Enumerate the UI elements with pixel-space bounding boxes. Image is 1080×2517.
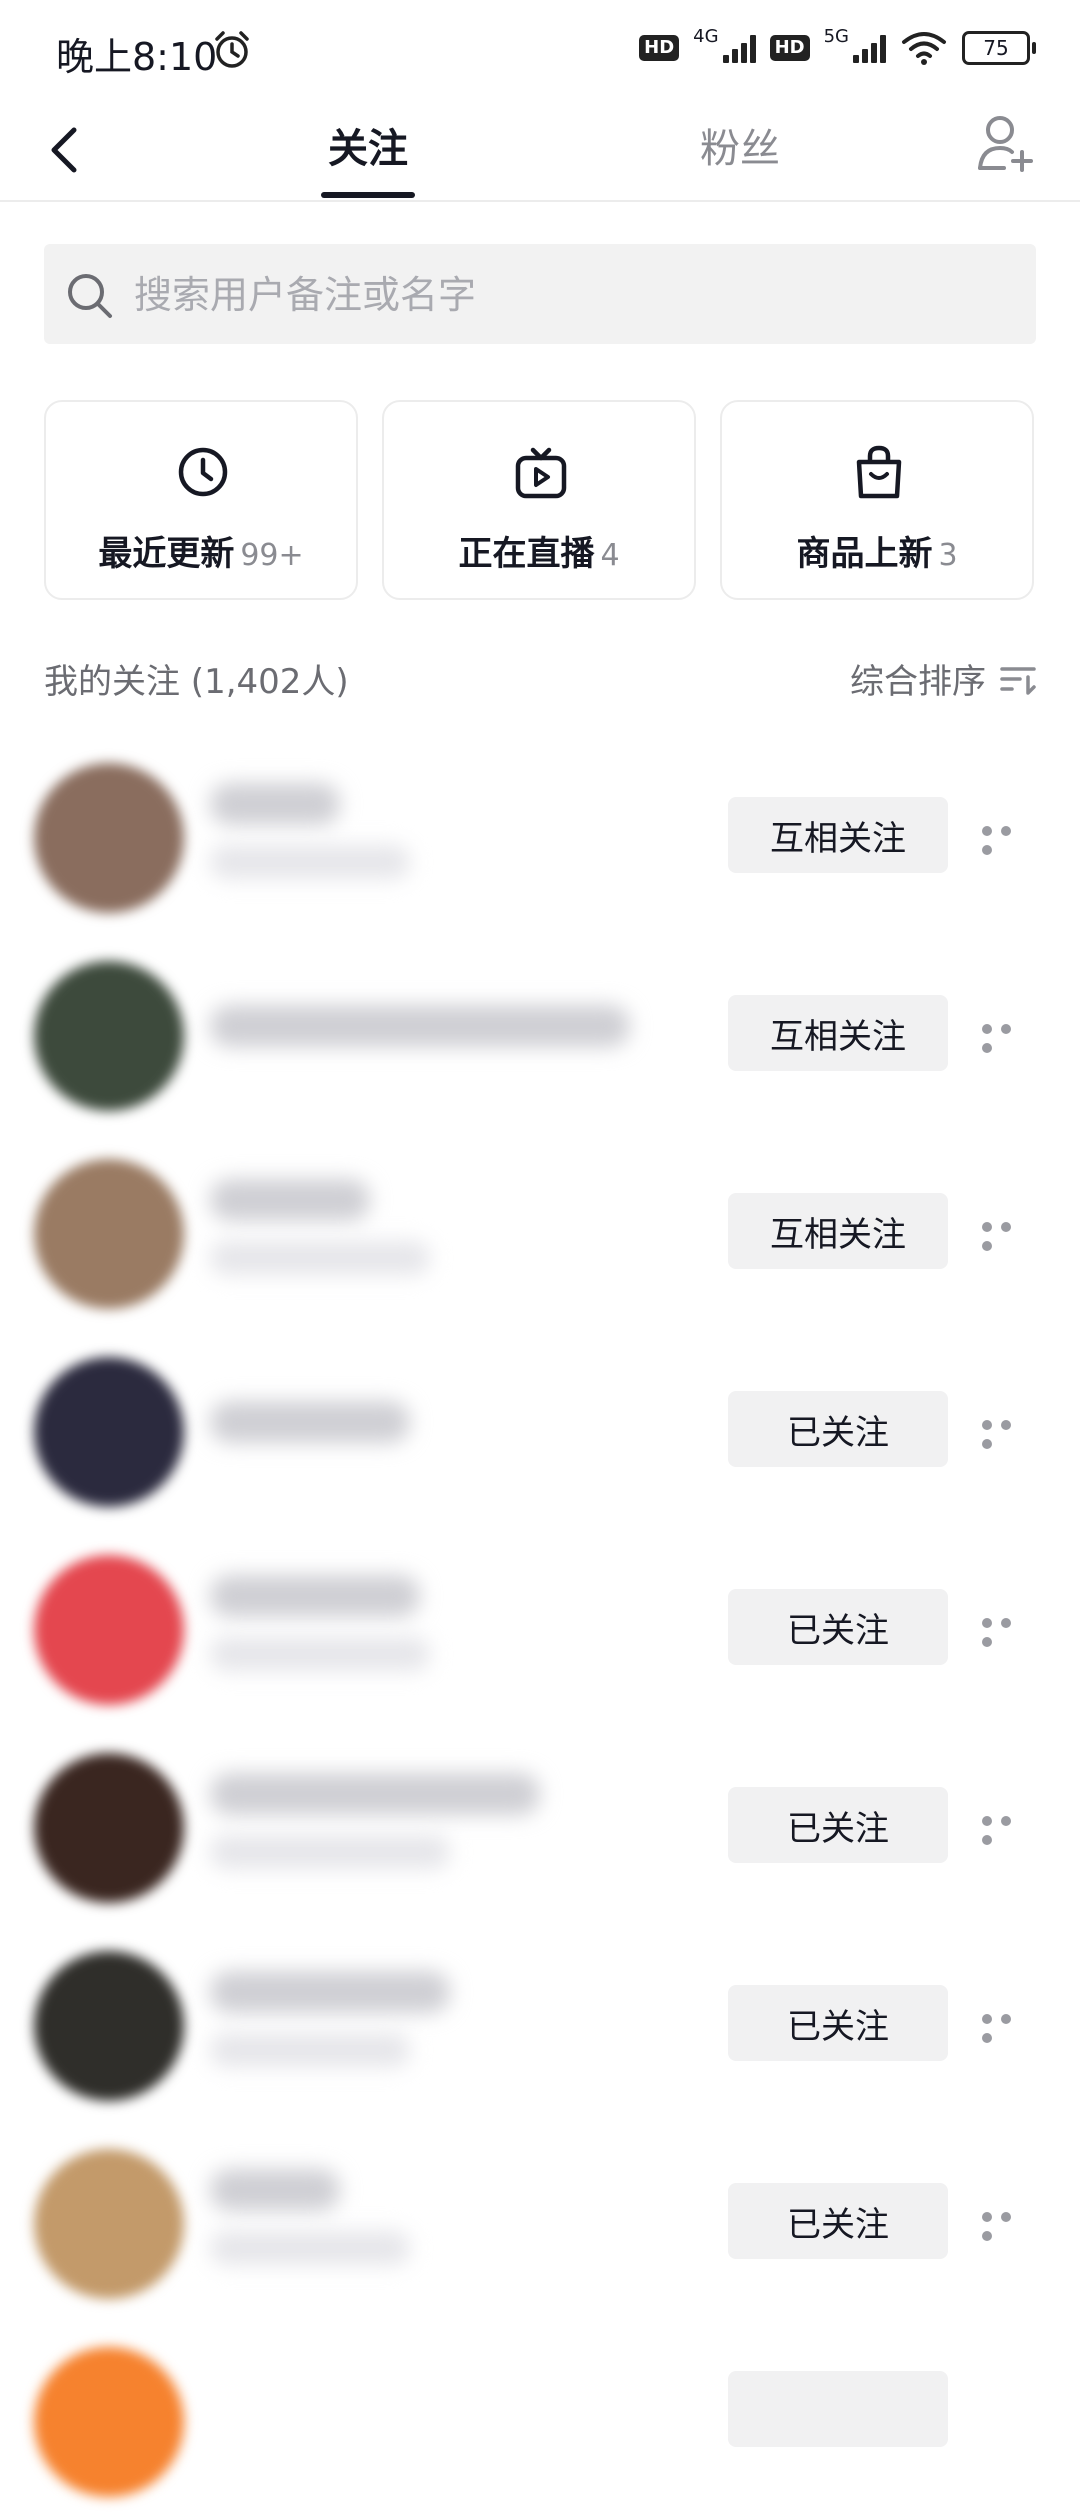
search-bar bbox=[44, 244, 1036, 346]
hd-badge-2: HD bbox=[769, 35, 810, 61]
more-options-icon[interactable] bbox=[982, 1217, 1036, 1251]
avatar[interactable] bbox=[34, 2149, 184, 2299]
tv-live-icon bbox=[515, 447, 567, 499]
status-time: 晚上8:10 bbox=[56, 35, 218, 79]
avatar[interactable] bbox=[34, 1159, 184, 1309]
blurred-description bbox=[210, 2231, 410, 2265]
follow-status-button[interactable] bbox=[728, 2371, 948, 2447]
avatar[interactable] bbox=[34, 1357, 184, 1507]
more-options-icon[interactable] bbox=[982, 1811, 1036, 1845]
follow-status-button[interactable]: 互相关注 bbox=[728, 797, 948, 873]
card-recent-updates[interactable]: 最近更新 99+ bbox=[44, 400, 358, 600]
more-options-icon[interactable] bbox=[982, 1613, 1036, 1647]
more-options-icon[interactable] bbox=[982, 2009, 1036, 2043]
avatar[interactable] bbox=[34, 961, 184, 1111]
following-count-title: 我的关注 (1,402人) bbox=[44, 662, 349, 702]
active-tab-indicator bbox=[321, 192, 415, 198]
card-label: 商品上新 bbox=[796, 534, 933, 574]
list-item[interactable]: 已关注 bbox=[0, 1725, 1080, 1923]
avatar[interactable] bbox=[34, 1951, 184, 2101]
follow-status-button[interactable]: 已关注 bbox=[728, 2183, 948, 2259]
list-item[interactable]: 互相关注 bbox=[0, 735, 1080, 933]
blurred-username bbox=[210, 1179, 370, 1221]
card-count: 4 bbox=[600, 538, 620, 573]
tab-fans[interactable]: 粉丝 bbox=[700, 114, 780, 184]
sort-button[interactable]: 综合排序 bbox=[850, 654, 1038, 703]
battery-icon: 75 bbox=[962, 31, 1036, 65]
sort-label: 综合排序 bbox=[850, 662, 986, 702]
blurred-username bbox=[210, 1005, 630, 1047]
blurred-username bbox=[210, 2169, 340, 2211]
status-bar: 晚上8:10 HD 4G HD 5G 75 bbox=[0, 0, 1080, 100]
avatar[interactable] bbox=[34, 763, 184, 913]
follow-status-button[interactable]: 已关注 bbox=[728, 1787, 948, 1863]
shopping-bag-icon bbox=[856, 445, 902, 499]
list-item[interactable]: 已关注 bbox=[0, 1329, 1080, 1527]
tab-following[interactable]: 关注 bbox=[328, 114, 408, 184]
blurred-username bbox=[210, 1971, 450, 2013]
blurred-description bbox=[210, 1637, 430, 1671]
list-item[interactable]: 互相关注 bbox=[0, 1131, 1080, 1329]
back-arrow-icon[interactable] bbox=[40, 118, 90, 182]
more-options-icon[interactable] bbox=[982, 1415, 1036, 1449]
signal-icon bbox=[722, 33, 756, 63]
card-count: 99+ bbox=[240, 538, 304, 573]
card-label: 正在直播 bbox=[458, 534, 595, 574]
following-list: 互相关注 互相关注 互相关注 已关注 已关注 已关注 已关注 已关注 bbox=[0, 735, 1080, 2517]
sort-icon bbox=[1000, 666, 1036, 695]
card-new-products[interactable]: 商品上新 3 bbox=[720, 400, 1034, 600]
follow-status-button[interactable]: 互相关注 bbox=[728, 1193, 948, 1269]
blurred-description bbox=[210, 1835, 450, 1869]
search-input[interactable] bbox=[132, 244, 1016, 346]
avatar[interactable] bbox=[34, 2347, 184, 2497]
blurred-description bbox=[210, 2033, 410, 2067]
wifi-icon bbox=[902, 32, 946, 65]
card-live-now[interactable]: 正在直播 4 bbox=[382, 400, 696, 600]
blurred-username bbox=[210, 1575, 420, 1617]
card-label: 最近更新 bbox=[98, 534, 235, 574]
follow-status-button[interactable]: 已关注 bbox=[728, 1391, 948, 1467]
follow-status-button[interactable]: 互相关注 bbox=[728, 995, 948, 1071]
hd-badge: HD bbox=[639, 35, 680, 61]
status-icons: HD 4G HD 5G 75 bbox=[639, 26, 1036, 66]
list-item[interactable]: 已关注 bbox=[0, 1923, 1080, 2121]
network-type-2: 5G bbox=[823, 25, 849, 47]
more-options-icon[interactable] bbox=[982, 1019, 1036, 1053]
follow-status-button[interactable]: 已关注 bbox=[728, 1985, 948, 2061]
list-item[interactable]: 已关注 bbox=[0, 1527, 1080, 1725]
add-friend-icon[interactable] bbox=[974, 112, 1038, 176]
list-item-partial[interactable] bbox=[0, 2319, 1080, 2517]
alarm-clock-icon bbox=[215, 31, 249, 68]
blurred-description bbox=[210, 1241, 430, 1275]
blurred-username bbox=[210, 1401, 410, 1443]
search-icon bbox=[68, 274, 112, 318]
follow-status-button[interactable]: 已关注 bbox=[728, 1589, 948, 1665]
card-count: 3 bbox=[938, 538, 958, 573]
blurred-username bbox=[210, 1773, 540, 1815]
top-nav: 关注 粉丝 bbox=[0, 100, 1080, 202]
avatar[interactable] bbox=[34, 1555, 184, 1705]
blurred-username bbox=[210, 783, 340, 825]
list-item[interactable]: 互相关注 bbox=[0, 933, 1080, 1131]
signal-icon-2 bbox=[853, 33, 886, 63]
list-item[interactable]: 已关注 bbox=[0, 2121, 1080, 2319]
more-options-icon[interactable] bbox=[982, 2207, 1036, 2241]
blurred-description bbox=[210, 845, 410, 879]
clock-icon bbox=[178, 447, 228, 497]
avatar[interactable] bbox=[34, 1753, 184, 1903]
more-options-icon[interactable] bbox=[982, 821, 1036, 855]
network-type-1: 4G bbox=[693, 25, 719, 47]
